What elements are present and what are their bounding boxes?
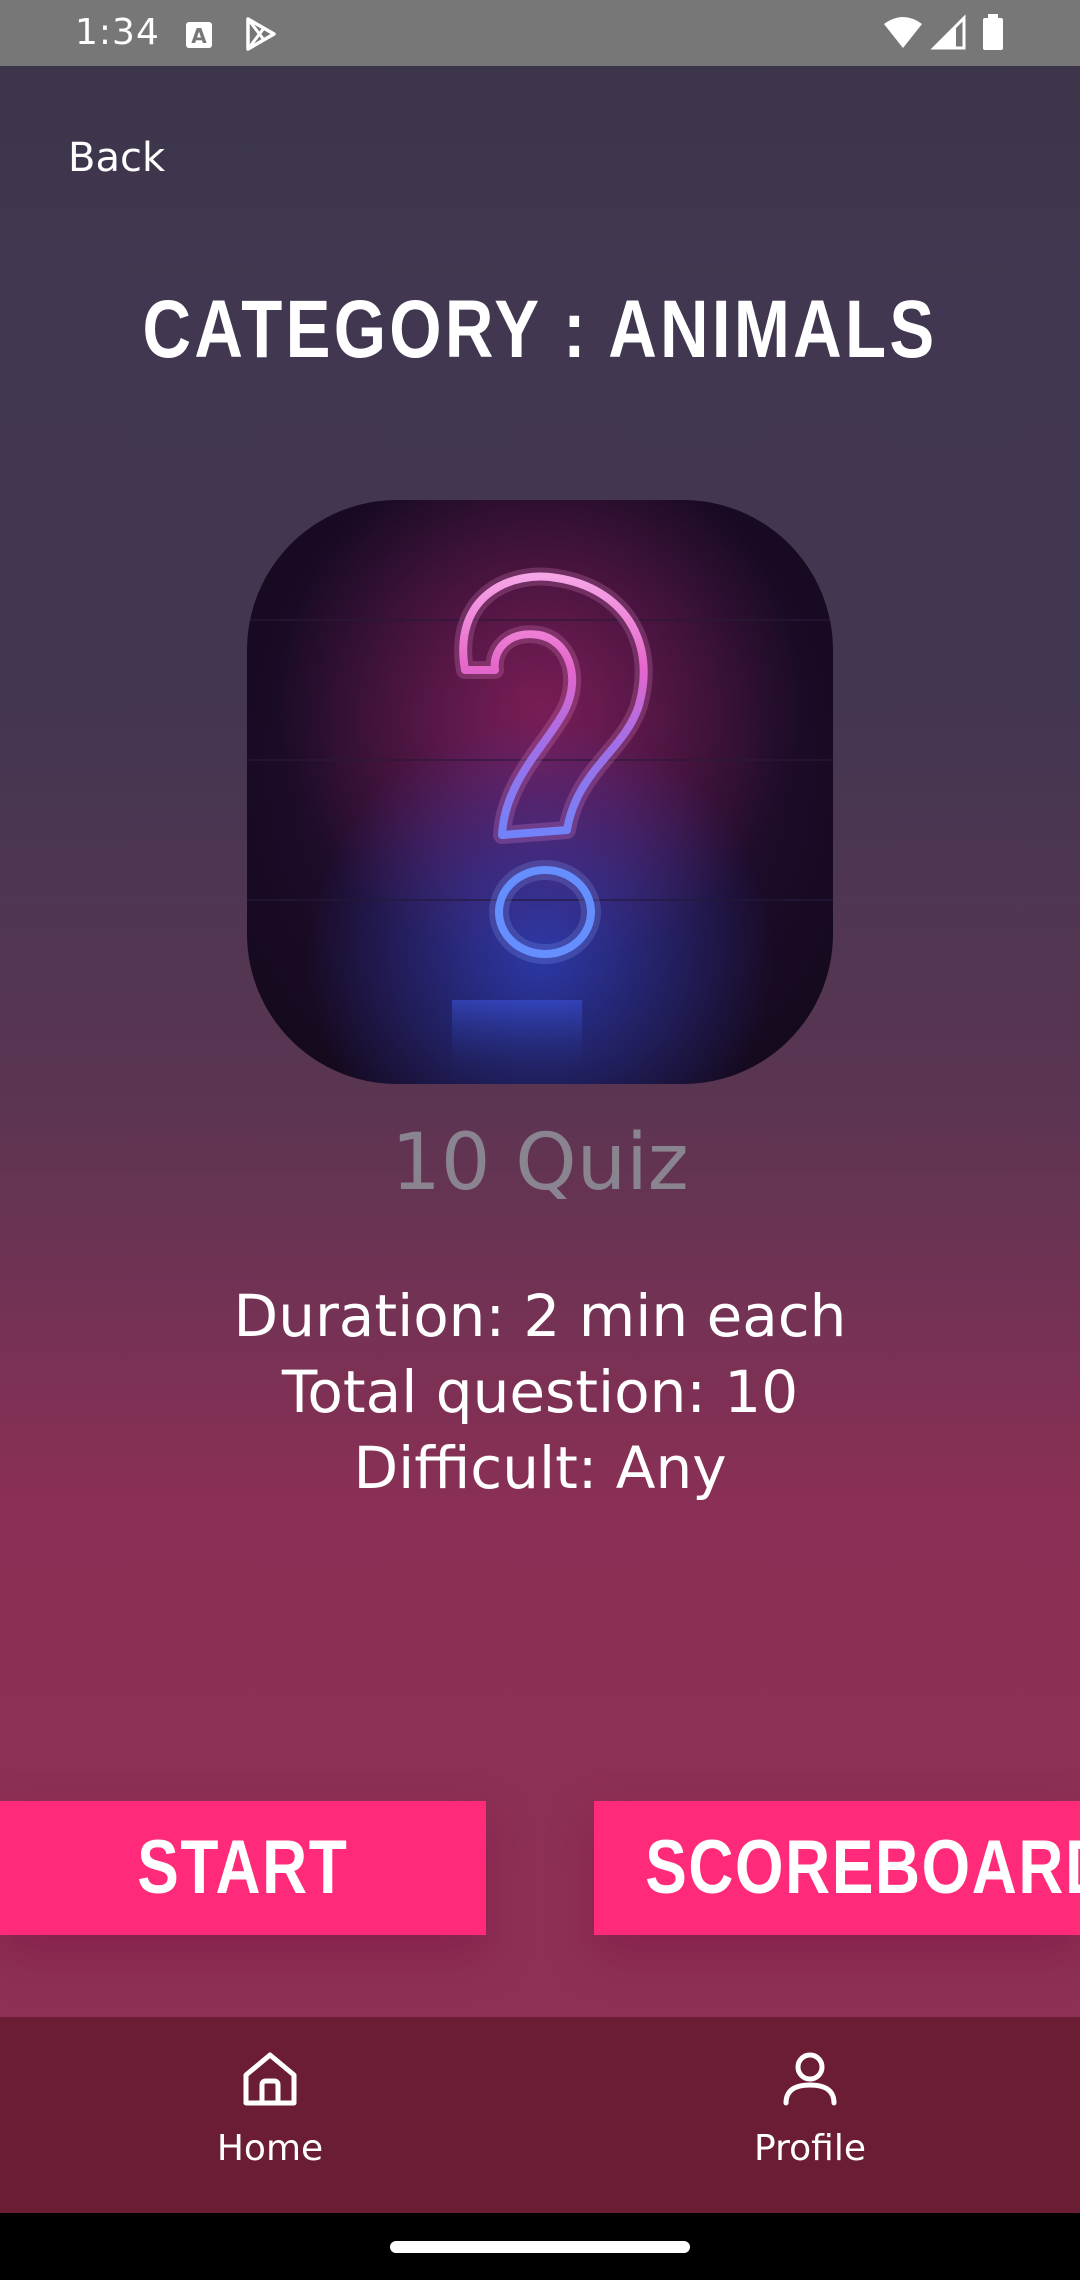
nav-label-home: Home bbox=[216, 2128, 324, 2169]
home-icon bbox=[238, 2047, 302, 2111]
gesture-bar bbox=[0, 2213, 1080, 2280]
profile-icon bbox=[778, 2047, 842, 2111]
question-mark-neon-icon bbox=[247, 500, 833, 1084]
nav-item-profile[interactable]: Profile bbox=[540, 2017, 1080, 2213]
back-button[interactable]: Back bbox=[68, 130, 165, 186]
play-store-icon bbox=[240, 14, 280, 54]
cellular-signal-icon bbox=[930, 14, 970, 54]
quiz-details: Duration: 2 min each Total question: 10 … bbox=[0, 1278, 1080, 1506]
wifi-icon bbox=[882, 14, 924, 54]
status-bar: 1:34 A bbox=[0, 0, 1080, 66]
difficulty-text: Difficult: Any bbox=[353, 1434, 727, 1502]
duration-text: Duration: 2 min each bbox=[233, 1282, 847, 1350]
quiz-category-screen: 1:34 A Back CATEGORY: ANIMALS 10 Quiz D… bbox=[0, 0, 1080, 2280]
battery-icon bbox=[980, 14, 1006, 54]
text-notification-icon: A bbox=[180, 14, 220, 54]
scoreboard-button[interactable]: SCOREBOARD bbox=[594, 1801, 1080, 1935]
start-button[interactable]: START bbox=[0, 1801, 486, 1935]
quiz-count: 10 Quiz bbox=[391, 1118, 689, 1208]
nav-label-profile: Profile bbox=[754, 2128, 866, 2169]
category-title: CATEGORY : ANIMALS bbox=[142, 284, 938, 375]
nav-item-home[interactable]: Home bbox=[0, 2017, 540, 2213]
status-time: 1:34 bbox=[75, 12, 160, 53]
bottom-navigation: Home Profile bbox=[0, 2017, 1080, 2213]
quiz-image bbox=[247, 500, 833, 1084]
gesture-handle[interactable] bbox=[390, 2241, 690, 2253]
start-button-label: START bbox=[137, 1825, 349, 1910]
scoreboard-button-label: SCOREBOARD bbox=[645, 1825, 1080, 1910]
total-questions-text: Total question: 10 bbox=[281, 1358, 799, 1426]
svg-text:A: A bbox=[191, 24, 207, 48]
